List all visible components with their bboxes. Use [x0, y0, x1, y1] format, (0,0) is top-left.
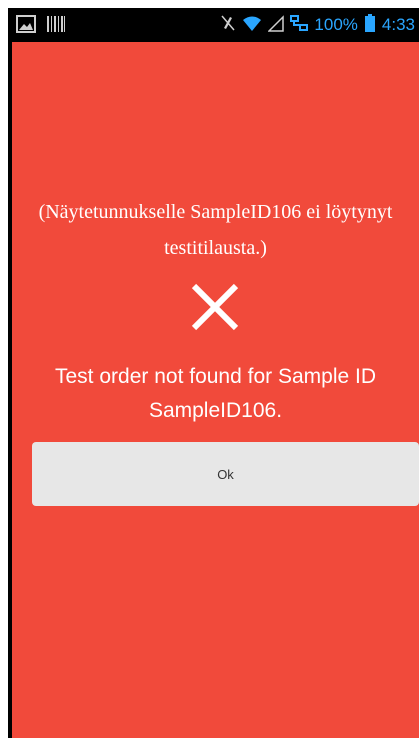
ok-button[interactable]: Ok: [32, 442, 419, 506]
battery-icon: [364, 14, 376, 36]
status-bar: 100% 4:33: [8, 8, 419, 42]
clock: 4:33: [381, 15, 415, 34]
close-icon: [190, 282, 240, 332]
error-message-english: Test order not found for Sample ID Sampl…: [55, 365, 376, 422]
device-frame: 100% 4:33 (Näytetunnukselle SampleID106 …: [8, 8, 419, 738]
ok-button-label: Ok: [217, 466, 234, 482]
mute-icon: [220, 14, 236, 36]
wifi-icon: [242, 14, 262, 36]
image-icon: [16, 15, 36, 37]
battery-percent: 100%: [314, 15, 358, 34]
signal-icon: [267, 14, 285, 36]
error-screen: (Näytetunnukselle SampleID106 ei löytyny…: [12, 42, 419, 738]
barcode-icon: [46, 15, 66, 37]
network-icon: [290, 14, 309, 36]
error-message-finnish: (Näytetunnukselle SampleID106 ei löytyny…: [38, 201, 393, 259]
